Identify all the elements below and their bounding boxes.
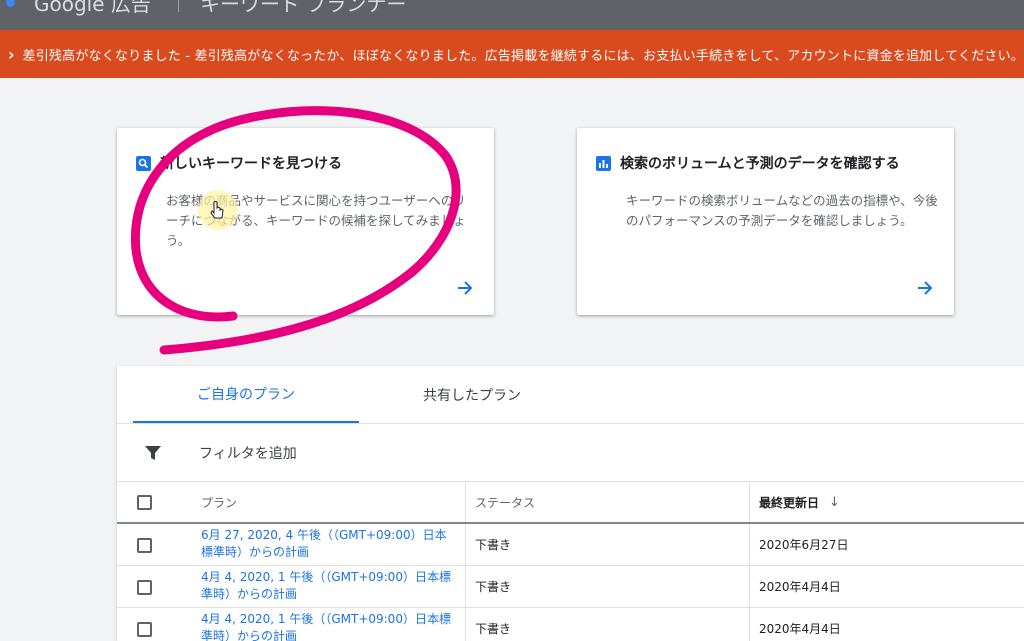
row-checkbox[interactable]: [137, 580, 152, 595]
page-title: キーワード プランナー: [200, 0, 407, 16]
card-title: 検索のボリュームと予測のデータを確認する: [620, 156, 900, 172]
row-checkbox[interactable]: [137, 622, 152, 637]
chevron-right-icon[interactable]: ›: [0, 45, 23, 64]
header-divider: [178, 0, 179, 12]
column-header-plan[interactable]: プラン: [201, 482, 237, 522]
sort-descending-icon[interactable]: ↓: [829, 495, 840, 510]
select-all-checkbox[interactable]: [137, 495, 152, 510]
updated-date-cell: 2020年4月4日: [749, 566, 1024, 607]
table-row: 6月 27, 2020, 4 午後（（GMT+09:00）日本標準時）からの計画…: [117, 524, 1024, 566]
card-title: 新しいキーワードを見つける: [160, 156, 342, 172]
table-header: プラン ステータス 最終更新日 ↓: [117, 482, 1024, 524]
search-icon: [136, 155, 151, 171]
card-description: キーワードの検索ボリュームなどの過去の指標や、今後のパフォーマンスの予測データを…: [626, 193, 938, 228]
filter-icon[interactable]: [144, 444, 162, 462]
table-row: 4月 4, 2020, 1 午後（（GMT+09:00）日本標準時）からの計画 …: [117, 566, 1024, 608]
forecast-data-card[interactable]: 検索のボリュームと予測のデータを確認する キーワードの検索ボリュームなどの過去の…: [577, 128, 954, 315]
filter-bar: フィルタを追加: [117, 424, 1024, 482]
top-app-bar: Google 広告 キーワード プランナー: [0, 0, 1024, 30]
tab-my-plans[interactable]: ご自身のプラン: [133, 366, 359, 423]
arrow-right-icon[interactable]: [456, 279, 474, 297]
brand-name: Google 広告: [34, 0, 151, 16]
column-header-status[interactable]: ステータス: [465, 482, 749, 522]
status-cell: 下書き: [465, 608, 749, 641]
tab-shared-plans[interactable]: 共有したプラン: [359, 366, 585, 423]
table-row: 4月 4, 2020, 1 午後（（GMT+09:00）日本標準時）からの計画 …: [117, 608, 1024, 641]
updated-date-cell: 2020年4月4日: [749, 608, 1024, 641]
arrow-right-icon[interactable]: [916, 279, 934, 297]
plan-link[interactable]: 6月 27, 2020, 4 午後（（GMT+09:00）日本標準時）からの計画: [201, 527, 456, 561]
bar-chart-icon: [596, 155, 611, 171]
row-checkbox[interactable]: [137, 538, 152, 553]
card-description: お客様の商品やサービスに関心を持つユーザーへのリーチにつながる、キーワードの候補…: [166, 193, 466, 248]
plans-panel: ご自身のプラン 共有したプラン フィルタを追加 プラン ステータス 最終更新日 …: [117, 366, 1024, 641]
updated-date-cell: 2020年6月27日: [749, 524, 1024, 565]
column-header-updated-label: 最終更新日: [759, 495, 820, 510]
status-cell: 下書き: [465, 566, 749, 607]
column-header-updated[interactable]: 最終更新日 ↓: [749, 482, 1024, 522]
balance-alert-banner: › 差引残高がなくなりました - 差引残高がなくなったか、ほぼなくなりました。広…: [0, 30, 1024, 78]
plan-link[interactable]: 4月 4, 2020, 1 午後（（GMT+09:00）日本標準時）からの計画: [201, 569, 456, 603]
status-cell: 下書き: [465, 524, 749, 565]
add-filter-button[interactable]: フィルタを追加: [199, 443, 297, 463]
discover-keywords-card[interactable]: 新しいキーワードを見つける お客様の商品やサービスに関心を持つユーザーへのリーチ…: [117, 128, 494, 315]
plan-link[interactable]: 4月 4, 2020, 1 午後（（GMT+09:00）日本標準時）からの計画: [201, 611, 456, 641]
google-ads-logo-icon: [6, 0, 15, 7]
banner-message: 差引残高がなくなりました - 差引残高がなくなったか、ほぼなくなりました。広告掲…: [22, 48, 1024, 64]
